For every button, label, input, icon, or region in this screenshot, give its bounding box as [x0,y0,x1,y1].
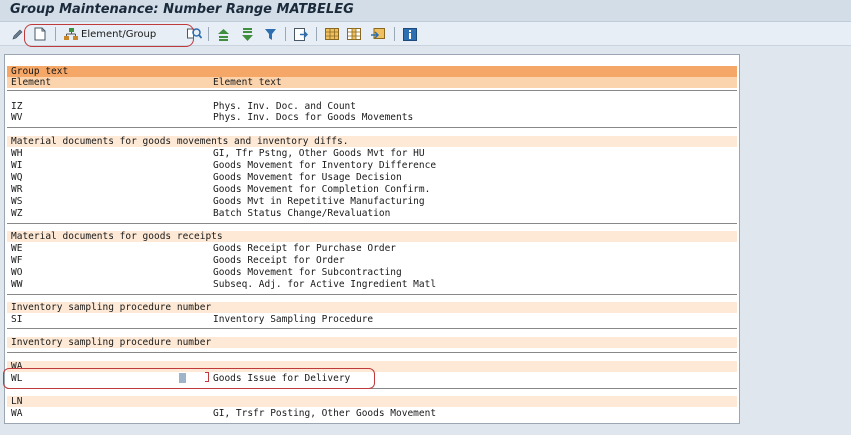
table-row[interactable]: WW Subseq. Adj. for Active Ingredient Ma… [7,279,737,290]
find-icon[interactable] [186,25,202,43]
element-code: SI [11,314,23,325]
table-row[interactable]: WI Goods Movement for Inventory Differen… [7,160,737,171]
new-document-icon[interactable] [33,25,47,43]
header-element: Element [11,77,52,88]
element-code: WA [11,408,23,419]
element-text: Subseq. Adj. for Active Ingredient Matl [213,279,437,290]
element-code: WS [11,196,23,207]
table-row[interactable]: SI Inventory Sampling Procedure [7,314,737,325]
table-row[interactable]: WE Goods Receipt for Purchase Order [7,243,737,254]
element-text: Goods Mvt in Repetitive Manufacturing [213,196,425,207]
element-text: Goods Movement for Subcontracting [213,267,402,278]
header-group-text: Group text [11,66,69,77]
element-code: WE [11,243,23,254]
header-group-row: Group text [7,66,737,77]
table-row[interactable]: WV Phys. Inv. Docs for Goods Movements [7,112,737,123]
element-code: WR [11,184,23,195]
header-element-text: Element text [213,77,282,88]
application-toolbar: Element/Group [0,22,851,46]
group-heading[interactable]: LN [7,396,737,407]
sort-descending-icon[interactable] [240,25,254,43]
table-row[interactable]: WO Goods Movement for Subcontracting [7,267,737,278]
group-heading[interactable]: Inventory sampling procedure number [7,302,737,313]
table-row[interactable]: WZ Batch Status Change/Revaluation [7,208,737,219]
table-row[interactable]: IZ Phys. Inv. Doc. and Count [7,101,737,112]
element-code: WO [11,267,23,278]
group-heading[interactable]: Material documents for goods receipts [7,231,737,242]
group-text: Inventory sampling procedure number [11,337,212,348]
element-text: Phys. Inv. Docs for Goods Movements [213,112,414,123]
table-row[interactable]: WF Goods Receipt for Order [7,255,737,266]
group-text: Material documents for goods receipts [11,231,223,242]
element-code: WI [11,160,23,171]
element-code: WF [11,255,23,266]
input-cursor [179,373,186,383]
group-heading[interactable]: WA [7,361,737,372]
table-row[interactable]: WL Goods Issue for Delivery [7,373,737,384]
table-row[interactable]: WH GI, Tfr Pstng, Other Goods Mvt for HU [7,148,737,159]
element-text: Goods Receipt for Purchase Order [213,243,397,254]
table-row[interactable]: WS Goods Mvt in Repetitive Manufacturing [7,196,737,207]
element-text: Phys. Inv. Doc. and Count [213,101,356,112]
table-row[interactable]: WR Goods Movement for Completion Confirm… [7,184,737,195]
insert-column-icon[interactable] [346,25,361,43]
group-heading[interactable]: Material documents for goods movements a… [7,136,737,147]
title-bar: Group Maintenance: Number Range MATBELEG [0,0,851,22]
element-text: GI, Tfr Pstng, Other Goods Mvt for HU [213,148,425,159]
group-text: Material documents for goods movements a… [11,136,349,147]
element-text: Batch Status Change/Revaluation [213,208,391,219]
export-icon[interactable] [293,25,308,43]
element-code: WH [11,148,23,159]
element-code: WZ [11,208,23,219]
element-text: Inventory Sampling Procedure [213,314,374,325]
table-row[interactable]: WA GI, Trsfr Posting, Other Goods Moveme… [7,408,737,419]
sort-ascending-icon[interactable] [216,25,230,43]
element-text: Goods Movement for Completion Confirm. [213,184,431,195]
window-title: Group Maintenance: Number Range MATBELEG [10,2,354,17]
header-columns-row: Element Element text [7,77,737,88]
element-code: WL [11,373,23,384]
group-heading[interactable]: Inventory sampling procedure number [7,337,737,348]
element-group-label: Element/Group [81,28,157,40]
element-code: WQ [11,172,23,183]
element-text: Goods Receipt for Order [213,255,345,266]
info-icon[interactable] [402,25,417,43]
filter-icon[interactable] [263,25,277,43]
group-text: Inventory sampling procedure number [11,302,212,313]
element-text: GI, Trsfr Posting, Other Goods Movement [213,408,437,419]
element-text: Goods Issue for Delivery [213,373,351,384]
edit-pencil-icon[interactable] [10,25,24,43]
element-code: WV [11,112,23,123]
group-text: WA [11,361,23,372]
element-code: WW [11,279,23,290]
layout-settings-icon[interactable] [370,25,385,43]
group-text: LN [11,396,23,407]
element-text: Goods Movement for Inventory Difference [213,160,437,171]
group-list-panel: Group text Element Element text IZ Phys.… [4,54,740,424]
element-text: Goods Movement for Usage Decision [213,172,402,183]
element-code: IZ [11,101,23,112]
element-group-button[interactable]: Element/Group [64,25,156,43]
table-row[interactable]: WQ Goods Movement for Usage Decision [7,172,737,183]
hierarchy-icon [64,28,78,40]
table-layout-icon[interactable] [324,25,339,43]
